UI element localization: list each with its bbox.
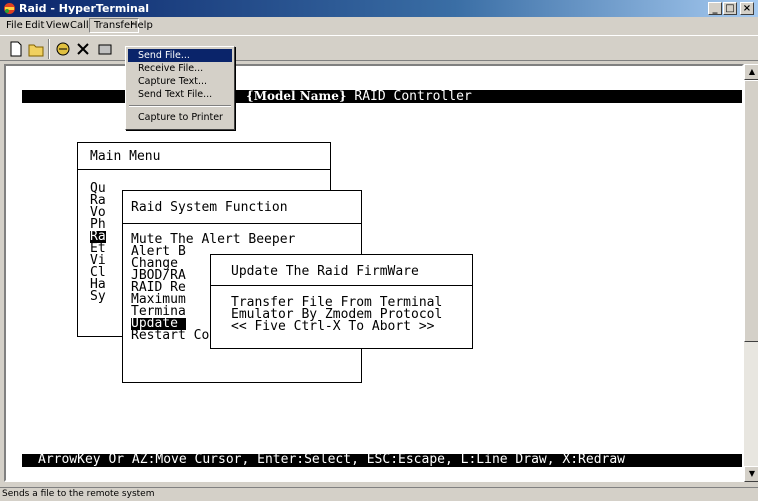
maximize-button[interactable]: □ [723,2,737,15]
status-text: Sends a file to the remote system [2,489,155,499]
update-firmware-line: << Five Ctrl-X To Abort >> [231,319,435,334]
menu-bar: File Edit View Call Transfer Help [0,17,758,34]
send-icon[interactable] [95,39,115,59]
new-connection-icon[interactable] [6,39,26,59]
close-button[interactable]: × [740,2,754,15]
hyperterminal-icon [4,3,15,14]
menu-item-capture-to-printer[interactable]: Capture to Printer [128,111,232,124]
model-name-label: {Model Name} [246,89,347,103]
transfer-menu-dropdown: Send File... Receive File... Capture Tex… [125,46,235,130]
menu-item-capture-text[interactable]: Capture Text... [128,75,232,88]
status-bar: Sends a file to the remote system [0,487,758,501]
open-icon[interactable] [26,39,46,59]
scroll-thumb[interactable] [744,80,758,342]
disconnect-icon[interactable] [73,39,93,59]
main-menu-title: Main Menu [90,149,161,164]
key-help-bar: ArrowKey Or AZ:Move Cursor, Enter:Select… [22,452,742,467]
menu-separator [129,105,231,107]
main-menu-item[interactable]: Sy [90,290,106,303]
vertical-scrollbar[interactable]: ▲ ▼ [744,64,758,482]
minimize-button[interactable]: _ [708,2,722,15]
scroll-up-arrow-icon[interactable]: ▲ [744,64,758,80]
terminal-screen[interactable]: {Model Name} RAID Controller Main Menu Q… [4,64,744,482]
title-bar: Raid - HyperTerminal _ □ × [0,0,758,17]
call-icon[interactable] [53,39,73,59]
controller-title: RAID Controller [346,89,472,104]
raid-function-title: Raid System Function [131,200,288,215]
toolbar-separator [48,39,50,59]
update-firmware-box: Update The Raid FirmWare Transfer File F… [210,254,473,349]
update-firmware-title: Update The Raid FirmWare [231,264,419,279]
menu-item-receive-file[interactable]: Receive File... [128,62,232,75]
key-help-text: ArrowKey Or AZ:Move Cursor, Enter:Select… [38,452,625,467]
menu-item-send-file[interactable]: Send File... [128,49,232,62]
window-title: Raid - HyperTerminal [19,2,150,15]
menu-item-send-text-file[interactable]: Send Text File... [128,88,232,101]
menu-help[interactable]: Help [126,18,157,33]
scroll-down-arrow-icon[interactable]: ▼ [744,466,758,482]
toolbar [0,35,758,61]
